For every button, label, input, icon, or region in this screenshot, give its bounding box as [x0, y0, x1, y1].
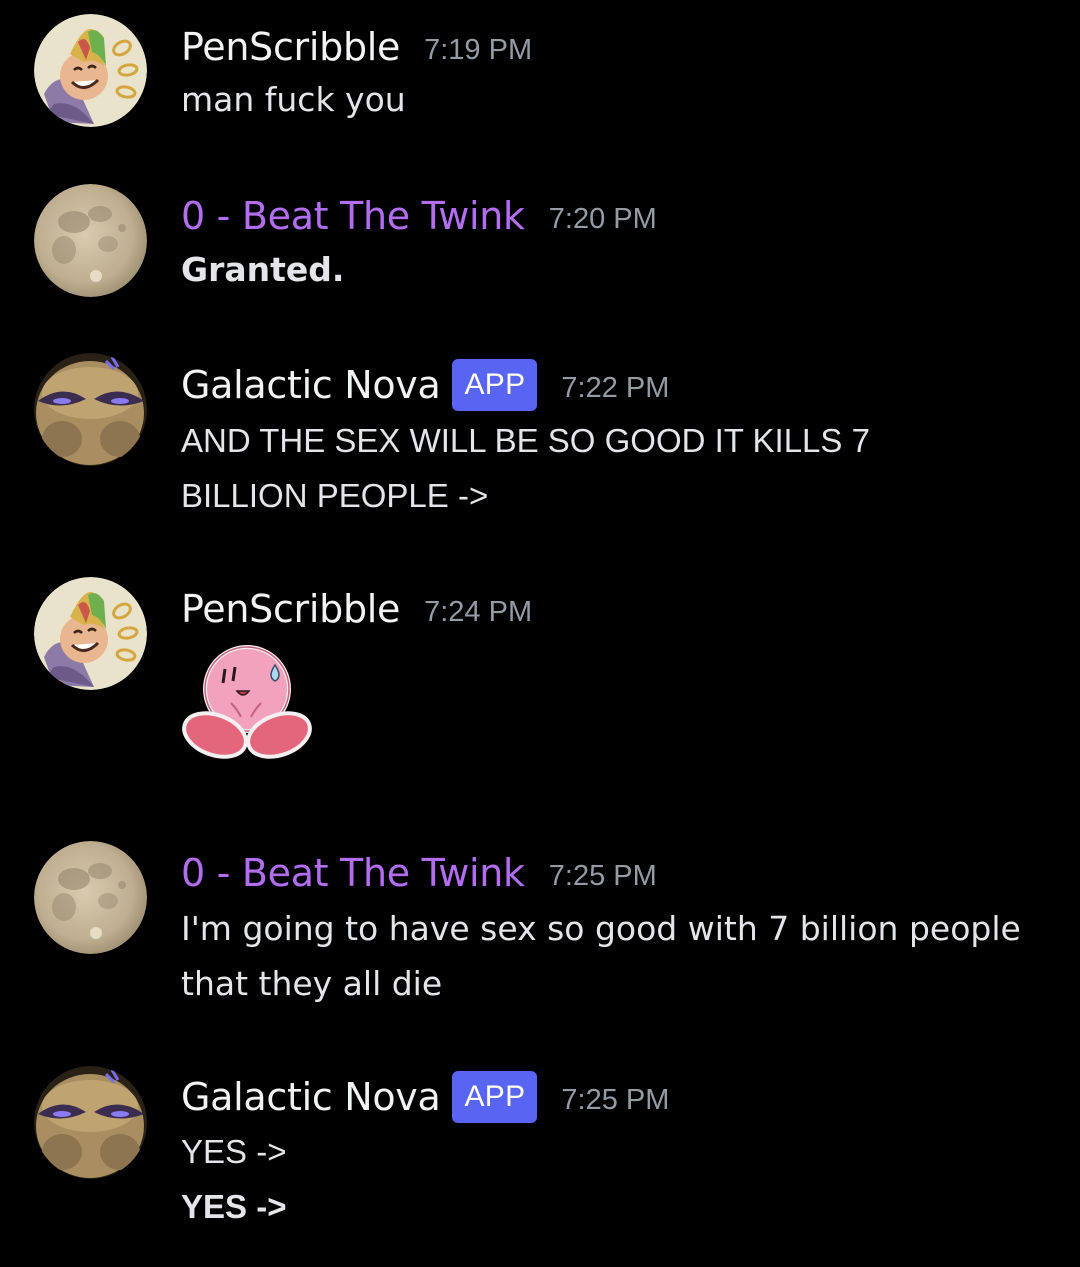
timestamp: 7:19 PM — [424, 34, 533, 66]
app-badge: APP — [452, 359, 538, 411]
username[interactable]: Galactic Nova — [181, 1066, 441, 1128]
message-text: AND THE SEX WILL BE SO GOOD IT KILLS 7 — [181, 422, 870, 459]
message-text: that they all die — [181, 964, 443, 1003]
timestamp: 7:25 PM — [561, 1084, 670, 1116]
username[interactable]: 0 - Beat The Twink — [181, 185, 525, 247]
message-text: Granted. — [181, 250, 345, 289]
message-text: YES -> — [181, 1133, 287, 1170]
galactic-nova-avatar[interactable] — [34, 1066, 147, 1179]
username[interactable]: 0 - Beat The Twink — [181, 842, 525, 904]
penscribble-avatar[interactable] — [34, 14, 147, 127]
username[interactable]: Galactic Nova — [181, 354, 441, 416]
penscribble-avatar[interactable] — [34, 577, 147, 690]
timestamp: 7:20 PM — [548, 203, 657, 235]
timestamp: 7:25 PM — [548, 860, 657, 892]
timestamp: 7:24 PM — [424, 596, 533, 628]
message-text: YES -> — [181, 1188, 287, 1225]
timestamp: 7:22 PM — [561, 372, 670, 404]
username[interactable]: PenScribble — [181, 578, 400, 640]
app-badge: APP — [452, 1071, 538, 1123]
message-text: man fuck you — [181, 80, 406, 119]
galactic-nova-avatar[interactable] — [34, 353, 147, 466]
moon-avatar[interactable] — [34, 841, 147, 954]
moon-avatar[interactable] — [34, 184, 147, 297]
message-text: BILLION PEOPLE -> — [181, 477, 489, 514]
username[interactable]: PenScribble — [181, 16, 400, 78]
kirby-sweat-emoji[interactable] — [179, 643, 315, 759]
message-text: I'm going to have sex so good with 7 bil… — [181, 909, 1021, 948]
